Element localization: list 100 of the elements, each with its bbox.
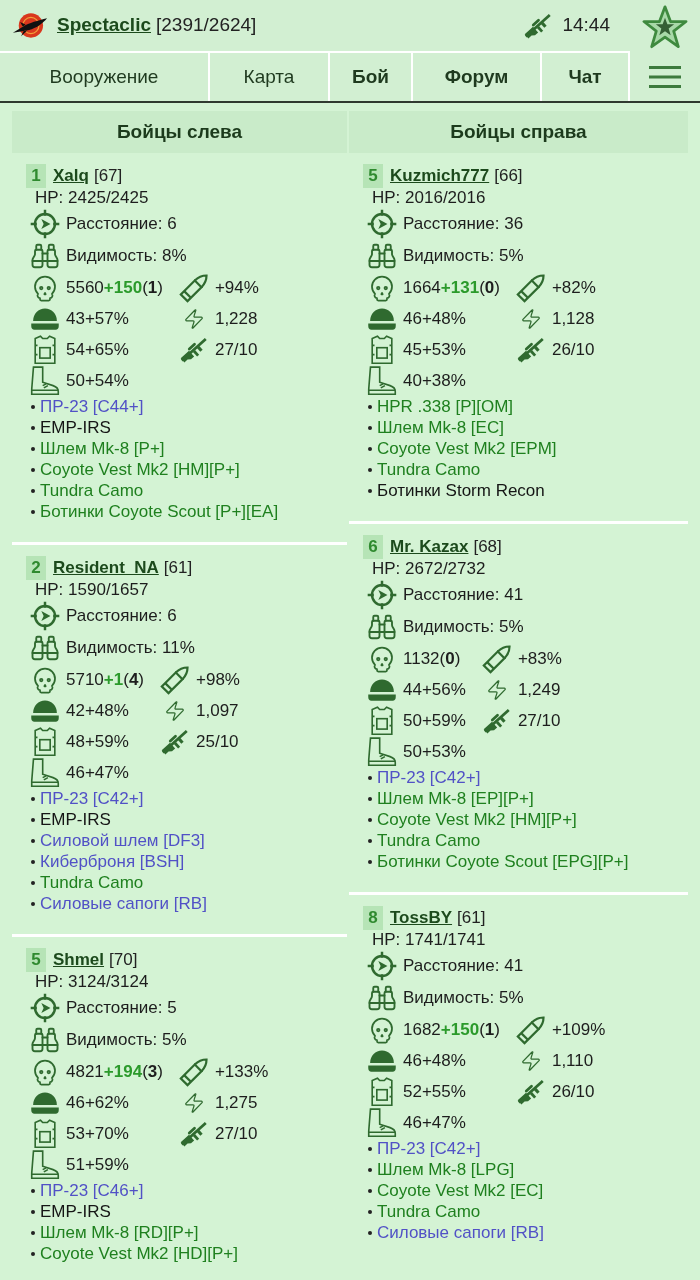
bullet-icon [178,272,209,303]
fighter-level: [68] [473,536,502,559]
accuracy-bonus: +94% [214,276,259,299]
energy-value: 1,249 [517,678,561,701]
accuracy-bonus: +133% [214,1060,269,1083]
accuracy-bonus: +98% [196,668,240,691]
equipment-item: Киберброня [BSH] [40,850,185,873]
equipment-item: Tundra Camo [377,829,481,852]
binoculars-icon [30,633,60,663]
visibility-text: Видимость: 11% [66,637,195,660]
vest-icon [33,1118,57,1149]
helmet-armor: 46+48% [403,1049,466,1072]
energy-value: 1,110 [551,1049,594,1072]
nav-tab[interactable]: Чат [542,53,630,101]
energy-value: 1,128 [551,307,595,330]
distance-text: Расстояние: 6 [66,213,177,236]
crosshair-icon [30,209,60,239]
helmet-icon [30,698,60,723]
player-hp: [2391/2624] [156,13,257,38]
bullet-icon [160,664,191,695]
nav-tab[interactable]: Форум [413,53,542,101]
equipment-item: EMP-IRS [40,416,111,439]
distance-text: Расстояние: 5 [66,997,177,1020]
equipment-item: ПР-23 [C42+] [377,766,481,789]
equipment-item: Силовые сапоги [RB] [40,892,207,915]
equipment-item: Coyote Vest Mk2 [EC] [377,1179,544,1202]
fighter-name-link[interactable]: Shmel [53,947,105,973]
weapon-ammo: 27/10 [214,1122,258,1145]
binoculars-icon [30,1025,60,1055]
boots-armor: 50+54% [66,369,129,392]
fighter-hp: HP: 2016/2016 [372,187,486,210]
fighter-level: [67] [93,165,123,188]
distance-text: Расстояние: 41 [403,584,524,607]
vest-icon [33,726,57,757]
equipment-item: Шлем Mk-8 [EP][P+] [377,787,534,810]
fighter-name-link[interactable]: Kuzmich777 [390,163,490,189]
visibility-text: Видимость: 5% [403,987,524,1010]
boots-armor: 40+38% [403,369,466,392]
equipment-item: Ботинки Coyote Scout [EPG][P+] [377,850,629,873]
vest-armor: 48+59% [66,730,129,753]
fighter-number: 8 [363,906,383,930]
kills-count: 4821+194(3) [66,1060,163,1083]
fighter-name-link[interactable]: Mr. Kazax [390,534,469,560]
helmet-armor: 46+62% [66,1091,129,1114]
equipment-item: HPR .338 [P][OM] [377,395,514,418]
fighter-number: 5 [363,164,383,188]
equipment-item: ПР-23 [C42+] [40,787,144,810]
binoculars-icon [367,612,397,642]
helmet-icon [367,306,397,331]
binoculars-icon [367,241,397,271]
boots-armor: 46+47% [403,1111,466,1134]
nav-tab[interactable]: Вооружение [0,53,210,101]
boots-armor: 46+47% [66,761,129,784]
bullet-icon [515,272,546,303]
boot-icon [367,1107,397,1138]
boot-icon [30,365,60,396]
fighter-number: 6 [363,535,383,559]
vest-icon [370,705,394,736]
bullet-icon [515,1014,546,1045]
helmet-armor: 46+48% [403,307,466,330]
username-link[interactable]: Spectaclic [57,11,151,40]
equipment-item: EMP-IRS [40,1200,111,1223]
fighter-hp: HP: 1590/1657 [35,579,149,602]
kills-count: 5560+150(1) [66,276,163,299]
helmet-icon [30,1090,60,1115]
menu-icon [649,66,681,88]
distance-text: Расстояние: 6 [66,605,177,628]
fighter-hp: HP: 1741/1741 [372,929,486,952]
boot-icon [367,365,397,396]
nav-tab[interactable]: Бой [330,53,413,101]
boots-armor: 50+53% [403,740,466,763]
fighter-name-link[interactable]: TossBY [390,905,453,931]
helmet-icon [367,1048,397,1073]
visibility-text: Видимость: 8% [66,245,187,268]
helmet-armor: 44+56% [403,678,466,701]
weapon-ammo: 27/10 [214,338,258,361]
visibility-text: Видимость: 5% [66,1029,187,1052]
star-icon [642,4,688,49]
vest-armor: 54+65% [66,338,129,361]
crosshair-icon [30,993,60,1023]
fighter-level: [61] [163,557,193,580]
fighter-name-link[interactable]: Xalq [53,163,89,189]
equipment-item: Шлем Mk-8 [RD][P+] [40,1221,199,1244]
equipment-item: Ботинки Storm Recon [377,479,545,502]
equipment-item: Силовой шлем [DF3] [40,829,205,852]
vest-armor: 53+70% [66,1122,129,1145]
kills-count: 5710+1(4) [66,668,145,691]
crosshair-icon [367,580,397,610]
equipment-item: ПР-23 [C46+] [40,1179,144,1202]
fighter-number: 2 [26,556,46,580]
equipment-item: Tundra Camo [40,871,144,894]
distance-text: Расстояние: 41 [403,955,524,978]
rocket-logo-icon [12,12,48,39]
kills-count: 1132(0) [403,647,461,670]
accuracy-bonus: +109% [551,1018,606,1041]
nav-tab[interactable]: Карта [210,53,330,101]
crosshair-icon [30,601,60,631]
equipment-item: Tundra Camo [40,479,144,502]
weapon-ammo: 26/10 [551,1080,595,1103]
fighter-name-link[interactable]: Resident_NA [53,555,159,581]
